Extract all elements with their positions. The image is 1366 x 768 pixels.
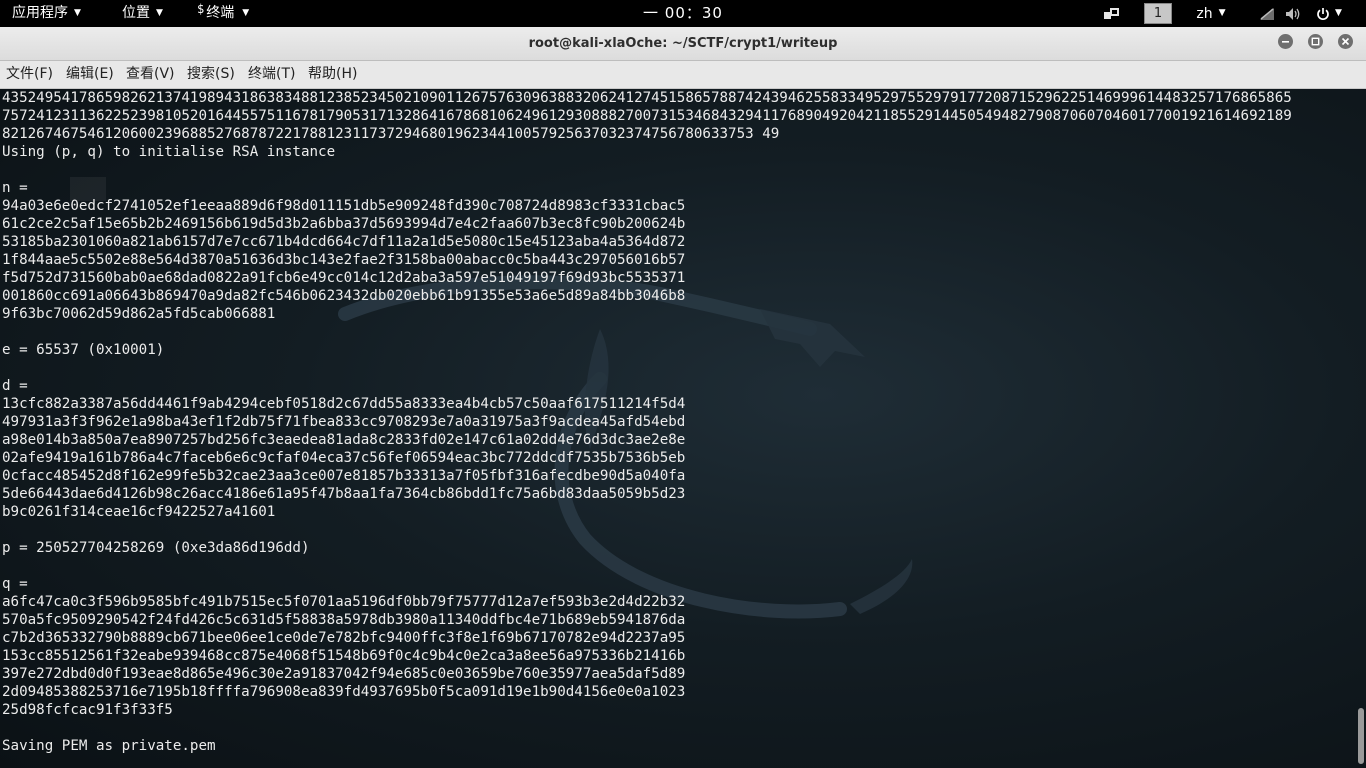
- terminal-line: 25d98fcfcac91f3f33f5: [2, 702, 173, 718]
- menu-view[interactable]: 查看(V): [126, 61, 175, 88]
- chevron-down-icon: ▼: [1335, 8, 1342, 18]
- terminal-line: 02afe9419a161b786a4c7faceb6e6c9cfaf04eca…: [2, 450, 686, 466]
- places-label: 位置: [122, 5, 150, 21]
- terminal-app-label: 终端: [206, 5, 235, 21]
- close-button[interactable]: [1338, 34, 1353, 49]
- maximize-icon: [1311, 37, 1320, 46]
- terminal-line: 153cc85512561f32eabe939468cc875e4068f515…: [2, 648, 686, 664]
- terminal-output-area[interactable]: 4352495417865982621374198943186383488123…: [0, 89, 1366, 768]
- volume-control[interactable]: [1284, 0, 1304, 27]
- chat-icon: [1104, 7, 1119, 19]
- chevron-down-icon: ▼: [156, 8, 163, 18]
- applications-menu[interactable]: 应用程序 ▼: [12, 0, 81, 27]
- terminal-line: 13cfc882a3387a56dd4461f9ab4294cebf0518d2…: [2, 396, 686, 412]
- terminal-app-icon: $: [197, 2, 205, 16]
- terminal-line: 2d09485388253716e7195b18ffffa796908ea839…: [2, 684, 686, 700]
- terminal-window: root@kali-xlaOche: ~/SCTF/crypt1/writeup…: [0, 27, 1366, 768]
- power-icon: [1317, 7, 1329, 20]
- terminal-line: 1f844aae5c5502e88e564d3870a51636d3bc143e…: [2, 252, 686, 268]
- terminal-text: 4352495417865982621374198943186383488123…: [2, 89, 1292, 755]
- chevron-down-icon: ▼: [74, 8, 81, 18]
- terminal-line: f5d752d731560bab0ae68dad0822a91fcb6e49cc…: [2, 270, 686, 286]
- terminal-line: e = 65537 (0x10001): [2, 342, 165, 358]
- applications-label: 应用程序: [12, 5, 68, 21]
- places-menu[interactable]: 位置 ▼: [122, 0, 163, 27]
- terminal-line: 0cfacc485452d8f162e99fe5b32cae23aa3ce007…: [2, 468, 686, 484]
- workspace-number: 1: [1144, 3, 1172, 24]
- window-title: root@kali-xlaOche: ~/SCTF/crypt1/writeup: [528, 36, 838, 51]
- close-icon: [1341, 37, 1350, 46]
- power-menu[interactable]: ▼: [1313, 0, 1345, 27]
- menu-help[interactable]: 帮助(H): [308, 61, 357, 88]
- terminal-line: d =: [2, 378, 28, 394]
- workspace-indicator[interactable]: 1: [1144, 0, 1172, 27]
- terminal-line: Using (p, q) to initialise RSA instance: [2, 144, 336, 160]
- network-status[interactable]: [1258, 0, 1276, 27]
- top-panel: 应用程序 ▼ 位置 ▼ $ 终端 ▼ 一 00：30 1 zh ▼ ▼: [0, 0, 1366, 27]
- menu-file[interactable]: 文件(F): [6, 61, 53, 88]
- language-menu[interactable]: zh ▼: [1193, 0, 1229, 27]
- terminal-line: 9f63bc70062d59d862a5fd5cab066881: [2, 306, 276, 322]
- terminal-line: Saving PEM as private.pem: [2, 738, 216, 754]
- terminal-line: a6fc47ca0c3f596b9585bfc491b7515ec5f0701a…: [2, 594, 686, 610]
- chevron-down-icon: ▼: [242, 8, 250, 18]
- language-label: zh: [1196, 5, 1213, 22]
- terminal-line: p = 250527704258269 (0xe3da86d196dd): [2, 540, 310, 556]
- terminal-line: n =: [2, 180, 28, 196]
- terminal-line: 5de66443dae6d4126b98c26acc4186e61a95f47b…: [2, 486, 686, 502]
- terminal-app-menu[interactable]: $ 终端 ▼: [197, 0, 249, 27]
- terminal-line: b9c0261f314ceae16cf9422527a41601: [2, 504, 276, 520]
- terminal-line: 4352495417865982621374198943186383488123…: [2, 90, 1292, 106]
- maximize-button[interactable]: [1308, 34, 1323, 49]
- terminal-line: 397e272dbd0d0f193eae8d865e496c30e2a91837…: [2, 666, 686, 682]
- window-titlebar[interactable]: root@kali-xlaOche: ~/SCTF/crypt1/writeup: [0, 27, 1366, 61]
- tray-app-icon[interactable]: [1101, 0, 1123, 27]
- terminal-scrollbar[interactable]: [1356, 89, 1366, 768]
- minimize-button[interactable]: [1278, 34, 1293, 49]
- menu-search[interactable]: 搜索(S): [187, 61, 235, 88]
- terminal-line: 001860cc691a06643b869470a9da82fc546b0623…: [2, 288, 686, 304]
- terminal-line: c7b2d365332790b8889cb671bee06ee1ce0de7e7…: [2, 630, 686, 646]
- terminal-line: 8212674675461206002396885276878722178812…: [2, 126, 780, 142]
- terminal-line: 570a5fc9509290542f24fd426c5c631d5f58838a…: [2, 612, 686, 628]
- terminal-menubar: 文件(F) 编辑(E) 查看(V) 搜索(S) 终端(T) 帮助(H): [0, 61, 1366, 89]
- scrollbar-thumb[interactable]: [1358, 708, 1364, 764]
- menu-edit[interactable]: 编辑(E): [66, 61, 114, 88]
- minimize-icon: [1282, 41, 1289, 43]
- terminal-line: 497931a3f3f962e1a98ba43ef1f2db75f71fbea8…: [2, 414, 686, 430]
- menu-terminal[interactable]: 终端(T): [248, 61, 295, 88]
- terminal-line: q =: [2, 576, 28, 592]
- terminal-line: a98e014b3a850a7ea8907257bd256fc3eaedea81…: [2, 432, 686, 448]
- terminal-line: 61c2ce2c5af15e65b2b2469156b619d5d3b2a6bb…: [2, 216, 686, 232]
- clock[interactable]: 一 00：30: [643, 4, 723, 22]
- terminal-line: 53185ba2301060a821ab6157d7e7cc671b4dcd66…: [2, 234, 686, 250]
- terminal-line: 94a03e6e0edcf2741052ef1eeaa889d6f98d0111…: [2, 198, 686, 214]
- volume-icon: [1286, 7, 1300, 20]
- chevron-down-icon: ▼: [1218, 8, 1226, 18]
- terminal-line: 7572412311362252398105201644557511678179…: [2, 108, 1292, 124]
- network-icon: [1260, 7, 1274, 20]
